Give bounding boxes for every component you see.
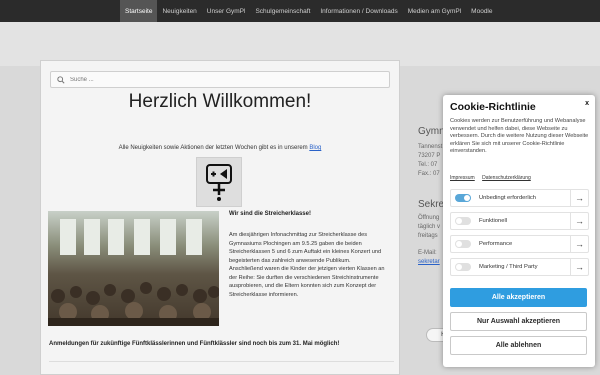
nav-item-informationen-downloads[interactable]: Informationen / Downloads (315, 0, 402, 22)
article-title: Wir sind die Streicherklasse! (229, 211, 311, 217)
page-title: Herzlich Willkommen! (128, 91, 312, 112)
article-paragraph: Anschließend waren die Kinder der jetzig… (229, 266, 385, 298)
photo-window (84, 219, 100, 255)
photo-window (160, 219, 176, 255)
main-content-card: Herzlich Willkommen! Alle Neuigkeiten so… (40, 60, 400, 375)
nav-item-moodle[interactable]: Moodle (466, 0, 497, 22)
cookie-category-label: Funktionell (479, 218, 508, 224)
orchestra-icon (206, 164, 232, 201)
photo-window (108, 219, 124, 255)
nav-item-medien[interactable]: Medien am GymPl (403, 0, 466, 22)
nav-item-schulgemeinschaft[interactable]: Schulgemeinschaft (250, 0, 315, 22)
photo-window (186, 219, 202, 255)
cookie-category-label: Performance (479, 241, 513, 247)
toggle-switch[interactable] (455, 194, 471, 202)
toggle-switch[interactable] (455, 263, 471, 271)
arrow-right-icon[interactable]: → (570, 236, 588, 252)
datenschutz-link[interactable]: Datenschutzerklärung (482, 175, 531, 181)
cookie-dialog-title: Cookie-Richtlinie (450, 101, 536, 113)
intro-text: Alle Neuigkeiten sowie Aktionen der letz… (41, 145, 399, 151)
reject-all-button[interactable]: Alle ablehnen (450, 336, 587, 355)
toggle-switch[interactable] (455, 240, 471, 248)
cookie-category-functional[interactable]: Funktionell → (450, 212, 589, 230)
search-input[interactable] (70, 76, 370, 83)
cookie-dialog: Cookie-Richtlinie x Cookies werden zur B… (443, 95, 595, 367)
toggle-switch[interactable] (455, 217, 471, 225)
cookie-category-label: Unbedingt erforderlich (479, 195, 537, 201)
accept-all-button[interactable]: Alle akzeptieren (450, 288, 587, 307)
cookie-dialog-text: Cookies werden zur Benutzerführung und W… (450, 118, 589, 155)
nav-item-startseite[interactable]: Startseite (120, 0, 158, 22)
intro-text-body: Alle Neuigkeiten sowie Aktionen der letz… (118, 145, 308, 151)
news-article: Wir sind die Streicherklasse! Am diesjäh… (229, 211, 394, 299)
impressum-link[interactable]: Impressum (450, 175, 475, 181)
cookie-category-necessary[interactable]: Unbedingt erforderlich → (450, 189, 589, 207)
search-icon (57, 75, 65, 84)
close-icon[interactable]: x (585, 100, 589, 107)
arrow-right-icon[interactable]: → (570, 213, 588, 229)
arrow-right-icon[interactable]: → (570, 190, 588, 206)
accept-selection-button[interactable]: Nur Auswahl akzeptieren (450, 312, 587, 331)
nav-item-neuigkeiten[interactable]: Neuigkeiten (157, 0, 201, 22)
divider (49, 361, 394, 362)
photo-window (134, 219, 150, 255)
search-box[interactable] (50, 71, 390, 88)
cookie-category-label: Marketing / Third Party (479, 264, 538, 270)
streicherklasse-logo (196, 157, 242, 207)
blog-link[interactable]: Blog (309, 145, 321, 151)
cookie-category-marketing[interactable]: Marketing / Third Party → (450, 258, 589, 276)
concert-photo (48, 211, 219, 326)
nav-item-unser-gympl[interactable]: Unser GymPl (202, 0, 251, 22)
article-paragraph: Am diesjährigen Infonachmittag zur Strei… (229, 232, 382, 264)
cookie-category-performance[interactable]: Performance → (450, 235, 589, 253)
top-navigation: Startseite Neuigkeiten Unser GymPl Schul… (0, 0, 600, 22)
registration-notice: Anmeldungen für zukünftige Fünftklässler… (49, 341, 340, 347)
audience-silhouettes (48, 282, 219, 326)
photo-window (60, 219, 76, 255)
arrow-right-icon[interactable]: → (570, 259, 588, 275)
cookie-links: Impressum Datenschutzerklärung (450, 175, 537, 181)
